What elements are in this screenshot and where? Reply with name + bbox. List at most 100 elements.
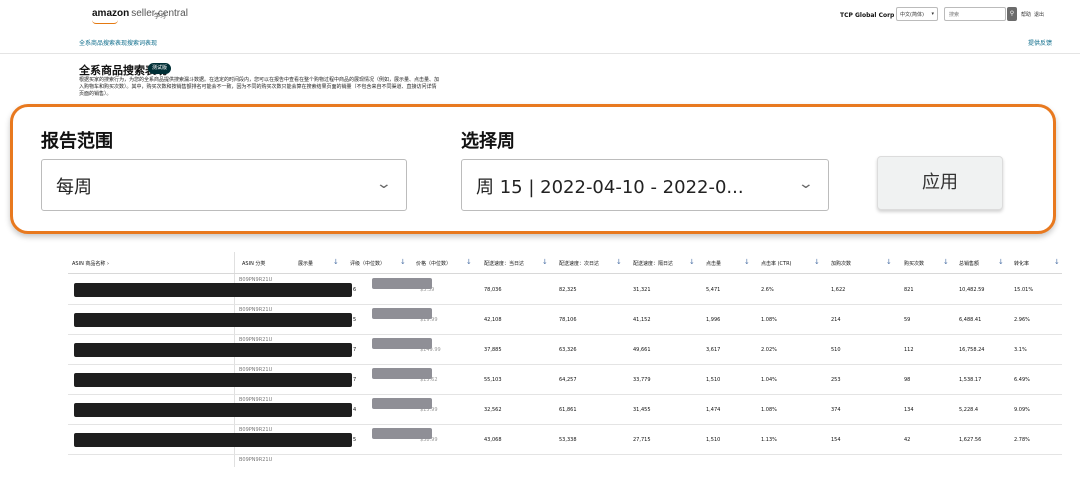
next-day-cell: 61,861: [559, 407, 577, 413]
next-day-cell: 64,257: [559, 377, 577, 383]
col-two-day[interactable]: 配送速度：隔日达: [633, 260, 673, 267]
redacted-product-name: [74, 403, 352, 417]
impressions-cell: 5: [353, 317, 357, 323]
ctr-cell: 1.08%: [761, 407, 777, 413]
report-range-value: 每周: [56, 177, 92, 198]
table-header: ASIN 商品名称 › ASIN 分类 展示量 ↓ 评级（中位数） ↓ 价格（中…: [68, 252, 1062, 274]
same-day-cell: 32,562: [484, 407, 502, 413]
clicks-cell: 3,617: [706, 347, 721, 353]
cart-adds-cell: 374: [831, 407, 841, 413]
logout-link[interactable]: 退出: [1034, 11, 1044, 18]
search-icon[interactable]: ⚲: [1007, 7, 1017, 21]
week-dropdown[interactable]: 周 15 | 2022-04-10 - 2022-0... ⌄: [461, 159, 829, 211]
col-asin-name[interactable]: ASIN 商品名称 ›: [72, 260, 109, 267]
col-purchases[interactable]: 购买次数: [904, 260, 924, 267]
col-ctr[interactable]: 点击率 (CTR): [761, 260, 792, 267]
sort-arrow-icon[interactable]: ↓: [400, 258, 406, 266]
sort-arrow-icon[interactable]: ↓: [886, 258, 892, 266]
col-rating[interactable]: 评级（中位数）: [350, 260, 385, 267]
learn-link[interactable]: 学习: [154, 11, 166, 20]
table-row[interactable]: B09PN9R21U 4 $15.99 32,562 61,861 31,455 1,474…: [68, 395, 1062, 425]
table-row[interactable]: B09PN9R21U 7 $149.99 37,885 63,326 49,661 3,61…: [68, 335, 1062, 365]
apply-button[interactable]: 应用: [877, 156, 1003, 210]
page-description: 根据买家的搜索行为，为您的全系商品提供搜索漏斗数据。在选定的时间段内，您可以在报…: [79, 77, 440, 97]
two-day-cell: 33,779: [633, 377, 651, 383]
sales-cell: 10,482.59: [959, 287, 985, 293]
sales-cell: 16,758.24: [959, 347, 985, 353]
asin-peek-text: B09PN9R21U: [239, 457, 273, 463]
next-day-cell: 82,325: [559, 287, 577, 293]
sales-cell: 1,538.17: [959, 377, 982, 383]
same-day-cell: 55,103: [484, 377, 502, 383]
col-next-day[interactable]: 配送速度：次日达: [559, 260, 599, 267]
ctr-cell: 1.08%: [761, 317, 777, 323]
beta-badge: 测试版: [148, 63, 172, 74]
col-price[interactable]: 价格（中位数）: [416, 260, 451, 267]
impressions-cell: 7: [353, 347, 357, 353]
ctr-cell: 1.13%: [761, 437, 777, 443]
cart-adds-cell: 510: [831, 347, 841, 353]
col-asin-category[interactable]: ASIN 分类: [242, 260, 265, 267]
col-cart-adds[interactable]: 加购次数: [831, 260, 851, 267]
search-input[interactable]: 搜索: [944, 7, 1006, 21]
ctr-cell: 2.6%: [761, 287, 774, 293]
impressions-cell: 5: [353, 437, 357, 443]
conversion-cell: 9.09%: [1014, 407, 1030, 413]
sort-arrow-icon[interactable]: ↓: [943, 258, 949, 266]
same-day-cell: 78,036: [484, 287, 502, 293]
two-day-cell: 31,455: [633, 407, 651, 413]
redacted-product-name: [74, 283, 352, 297]
table-row[interactable]: B09PN9R21U 6 $3.39 78,036 82,325 31,321 5,471 2…: [68, 275, 1062, 305]
sub-navigation: 全系商品搜索表现 搜索词表现 提供反馈: [0, 30, 1080, 54]
sort-arrow-icon[interactable]: ↓: [998, 258, 1004, 266]
sort-arrow-icon[interactable]: ↓: [689, 258, 695, 266]
redacted-rating: [372, 338, 432, 349]
same-day-cell: 43,068: [484, 437, 502, 443]
amazon-seller-central-logo[interactable]: amazon seller central: [92, 8, 188, 19]
col-conversion[interactable]: 转化率: [1014, 260, 1029, 267]
redacted-rating: [372, 398, 432, 409]
amazon-smile-icon: [92, 20, 118, 24]
sort-arrow-icon[interactable]: ↓: [466, 258, 472, 266]
redacted-product-name: [74, 433, 352, 447]
clicks-cell: 1,510: [706, 377, 721, 383]
table-row[interactable]: B09PN9R21U 5 $38.99 43,068 53,338 27,715 1,510…: [68, 425, 1062, 455]
clicks-cell: 1,510: [706, 437, 721, 443]
table-row[interactable]: B09PN9R21U 7 $15.62 55,103 64,257 33,779 1,510…: [68, 365, 1062, 395]
purchases-cell: 134: [904, 407, 914, 413]
col-sales[interactable]: 总销售额: [959, 260, 979, 267]
ctr-cell: 1.04%: [761, 377, 777, 383]
purchases-cell: 59: [904, 317, 911, 323]
redacted-rating: [372, 368, 432, 379]
conversion-cell: 2.78%: [1014, 437, 1030, 443]
top-header: amazon seller central 学习 TCP Global Corp …: [0, 0, 1080, 30]
feedback-link[interactable]: 提供反馈: [1028, 38, 1052, 47]
language-select[interactable]: 中文(简体) ▾: [896, 7, 938, 21]
tab-search-query-performance[interactable]: 搜索词表现: [127, 38, 157, 47]
col-clicks[interactable]: 点击量: [706, 260, 721, 267]
tab-brand-catalog-performance[interactable]: 全系商品搜索表现: [79, 38, 127, 47]
sort-arrow-icon[interactable]: ↓: [542, 258, 548, 266]
next-day-cell: 63,326: [559, 347, 577, 353]
sort-arrow-icon[interactable]: ↓: [1054, 258, 1060, 266]
sort-arrow-icon[interactable]: ↓: [616, 258, 622, 266]
report-range-dropdown[interactable]: 每周 ⌄: [41, 159, 407, 211]
conversion-cell: 3.1%: [1014, 347, 1027, 353]
redacted-product-name: [74, 313, 352, 327]
table-row[interactable]: B09PN9R21U 5 $19.99 42,108 78,106 41,152 1,996…: [68, 305, 1062, 335]
col-impressions[interactable]: 展示量: [298, 260, 313, 267]
two-day-cell: 31,321: [633, 287, 651, 293]
clicks-cell: 1,996: [706, 317, 721, 323]
impressions-cell: 4: [353, 407, 357, 413]
sort-arrow-icon[interactable]: ↓: [814, 258, 820, 266]
sort-arrow-icon[interactable]: ↓: [333, 258, 339, 266]
conversion-cell: 2.96%: [1014, 317, 1030, 323]
next-day-cell: 53,338: [559, 437, 577, 443]
sort-arrow-icon[interactable]: ↓: [744, 258, 750, 266]
redacted-product-name: [74, 343, 352, 357]
conversion-cell: 15.01%: [1014, 287, 1034, 293]
col-same-day[interactable]: 配送速度：当日达: [484, 260, 524, 267]
help-link[interactable]: 帮助: [1021, 11, 1031, 18]
two-day-cell: 41,152: [633, 317, 651, 323]
filter-panel: 报告范围 选择周 每周 ⌄ 周 15 | 2022-04-10 - 2022-0…: [10, 104, 1056, 234]
